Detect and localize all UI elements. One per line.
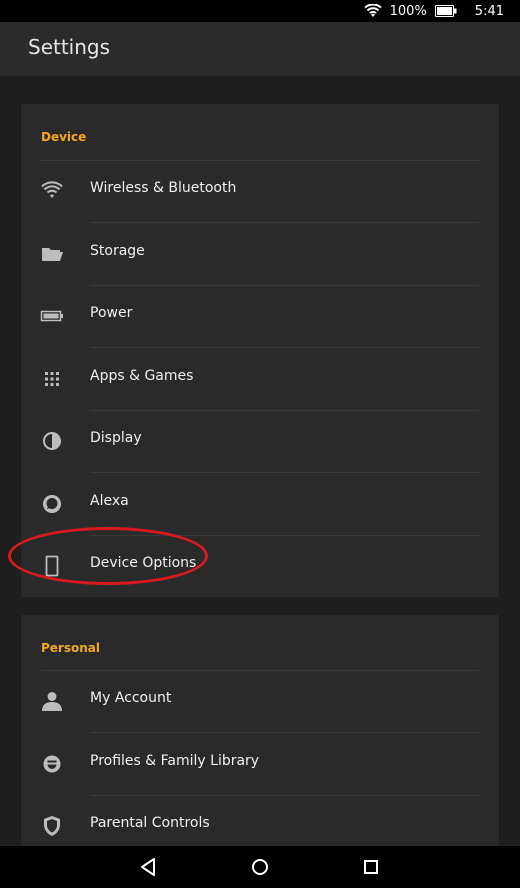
settings-item-label: Parental Controls [90,815,210,831]
alexa-icon [43,495,61,513]
battery-icon [40,310,63,322]
battery-percentage: 100% [389,3,427,19]
settings-item-label: Display [90,430,142,446]
settings-item-label: Power [90,305,133,321]
app-bar: Settings [0,22,520,76]
settings-item-label: Device Options [90,555,197,571]
wifi-status-icon [363,4,382,17]
status-indicators: 100% 5:41 [363,0,504,22]
page-title: Settings [28,35,111,59]
settings-item-storage[interactable]: Storage [21,223,499,285]
wifi-icon [41,181,63,198]
battery-status-icon [434,5,457,17]
back-icon[interactable] [137,855,161,879]
device-icon [45,555,59,577]
settings-item-device-options[interactable]: Device Options [21,535,499,597]
recent-apps-icon[interactable] [359,855,383,879]
settings-item-label: Profiles & Family Library [90,753,260,769]
section-header-personal: Personal [41,641,100,655]
grid-icon [45,372,59,386]
settings-item-label: Storage [90,243,145,259]
settings-item-label: Alexa [90,493,129,509]
folder-icon [42,248,63,261]
settings-item-display[interactable]: Display [21,410,499,472]
settings-item-parental-controls[interactable]: Parental Controls [21,795,499,846]
contrast-icon [43,432,61,450]
home-icon[interactable] [248,855,272,879]
settings-item-my-account[interactable]: My Account [21,670,499,732]
shield-icon [44,816,60,836]
settings-item-alexa[interactable]: Alexa [21,473,499,535]
settings-item-wireless-bluetooth[interactable]: Wireless & Bluetooth [21,160,499,222]
settings-item-apps-games[interactable]: Apps & Games [21,348,499,410]
personal-section: Personal My Account Profiles & Family Li… [21,615,499,846]
settings-item-label: Apps & Games [90,368,194,384]
face-icon [43,755,61,773]
settings-item-profiles-family-library[interactable]: Profiles & Family Library [21,733,499,795]
status-bar: 100% 5:41 [0,0,520,22]
device-section: Device Wireless & Bluetooth Storage Powe… [21,104,499,597]
navigation-bar [0,846,520,888]
settings-item-label: My Account [90,690,172,706]
section-header-device: Device [41,130,87,144]
settings-item-power[interactable]: Power [21,285,499,347]
person-icon [42,692,62,711]
clock: 5:41 [474,3,504,19]
settings-item-label: Wireless & Bluetooth [90,180,237,196]
settings-list[interactable]: Device Wireless & Bluetooth Storage Powe… [0,76,520,846]
